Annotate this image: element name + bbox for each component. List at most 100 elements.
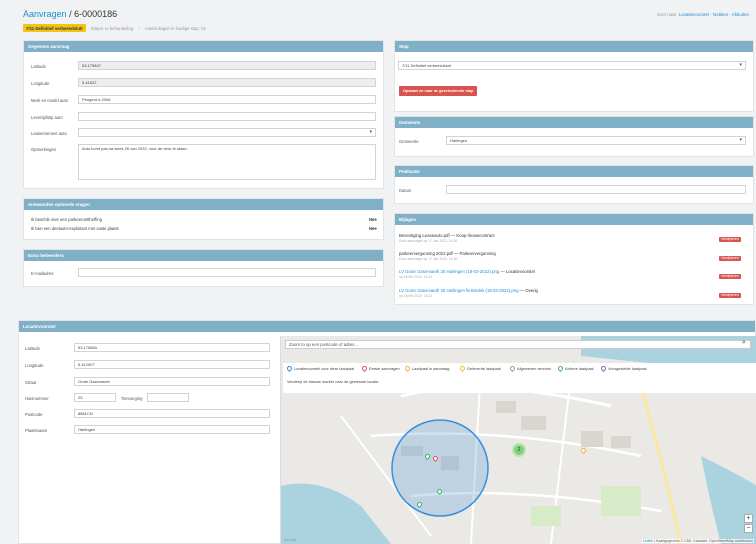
answer-parking-exemption: Nee xyxy=(369,217,377,222)
location-marker[interactable] xyxy=(579,446,588,455)
breadcrumb-current: 6-0000186 xyxy=(74,9,118,19)
location-marker[interactable] xyxy=(431,454,440,463)
location-marker[interactable] xyxy=(435,487,444,496)
delete-attachment-button[interactable]: Verwijderen xyxy=(719,274,741,279)
loc-longitude-label: Longitude xyxy=(25,363,44,368)
quick-nav-notities[interactable]: Notities xyxy=(713,12,728,17)
map-search-input[interactable]: Zoom to op een postcode of adres... xyxy=(285,340,751,349)
step-badge: 7/11 Definitief verbeesdsluit xyxy=(23,24,86,32)
legend-item: Laadpaal in aanvraag xyxy=(403,364,450,373)
loc-latitude-input[interactable]: 53.175683 xyxy=(74,343,270,352)
gemeente-label: Gemeente xyxy=(399,139,419,144)
housenumber-label: Huisnummer xyxy=(25,396,49,401)
status-row: 7/11 Definitief verbeesdsluit Status: in… xyxy=(23,24,206,32)
marker-icon xyxy=(599,364,608,373)
delivery-date-input[interactable] xyxy=(78,112,376,121)
attachment-item: parkeervergunning 2022.pdf — Parkeerverg… xyxy=(399,251,496,256)
breadcrumb-parent-link[interactable]: Aanvragen xyxy=(23,9,67,19)
save-step-button[interactable]: Opslaan en naar de geselecteerde stap xyxy=(399,86,478,96)
question-carsharing: Ik ben een deelauto-exploitant met vaste… xyxy=(31,226,119,231)
location-marker[interactable] xyxy=(423,452,432,461)
panel-title: Extra beheerders xyxy=(24,250,383,261)
legend-label: Locatievoorstel voor deze laadpaal xyxy=(294,366,355,371)
marker-icon xyxy=(508,364,517,373)
postcode-input[interactable]: 8861CN xyxy=(74,409,270,418)
quick-nav-sep: - xyxy=(729,12,731,17)
location-marker[interactable] xyxy=(415,500,424,509)
quick-nav-locatievoorstel[interactable]: Locatievoorstel xyxy=(679,12,709,17)
legend-label: Laadpaal in aanvraag xyxy=(412,366,450,371)
panel-title: Publicatie xyxy=(395,166,753,177)
leaflet-link[interactable]: Leaflet xyxy=(643,539,654,543)
legend-label: Voorgestelde laadpaal xyxy=(608,366,647,371)
car-model-input[interactable]: Peugeot e-2008 xyxy=(78,95,376,104)
attachment-meta: Door aanvrager op 17 Jan 2022, 14:30 xyxy=(399,239,458,243)
addition-label: Toevoeging xyxy=(121,396,143,401)
delete-attachment-button[interactable]: Verwijderen xyxy=(719,237,741,242)
breadcrumb-separator: / xyxy=(69,9,72,19)
panel-title: Gemeente xyxy=(395,117,753,128)
datum-input[interactable] xyxy=(446,185,746,194)
question-parking-exemption: Ik beschik over een parkeeronttheffing xyxy=(31,217,102,222)
datum-label: Datum xyxy=(399,188,412,193)
car-model-label: Merk en model auto xyxy=(31,98,69,103)
attachment-link[interactable]: LV Grote Gasemaeth 25 Harlingen fietsind… xyxy=(399,288,519,293)
status-sep: › xyxy=(138,25,140,31)
marker-icon xyxy=(556,364,565,373)
attachment-item: Bevestiging Leaseauto.pdf — Koop-/leasec… xyxy=(399,233,495,238)
legend-item: Eerste aanvragen xyxy=(360,364,400,373)
zoom-out-button[interactable]: − xyxy=(744,524,753,533)
attachment-type: — Locatievoorstel xyxy=(499,269,535,274)
quick-nav-afsluiten[interactable]: Afsluiten xyxy=(732,12,749,17)
longitude-field: 5.41622 xyxy=(78,78,376,87)
panel-title: Stap xyxy=(395,41,753,52)
step-select[interactable]: 7/11 Definitief verbeesdsluit xyxy=(398,61,746,70)
delete-attachment-button[interactable]: Verwijderen xyxy=(719,256,741,261)
legend-label: Geleverde laadpaal xyxy=(467,366,501,371)
cluster-marker[interactable]: 2 xyxy=(512,443,526,457)
marker-icon xyxy=(403,364,412,373)
stap-panel: Stap xyxy=(394,40,754,112)
legend-label: Actieve laadpaal xyxy=(565,366,594,371)
email-label: E-mailadres xyxy=(31,271,54,276)
marker-icon xyxy=(458,364,467,373)
quick-nav: Snel naar: Locatievoorstel - Notities - … xyxy=(657,12,749,17)
addition-input[interactable] xyxy=(147,393,189,402)
remarks-label: Opmerkingen xyxy=(31,147,57,152)
panel-title: Antwoorden optionele vragen xyxy=(24,199,383,210)
quick-nav-sep: - xyxy=(710,12,712,17)
panel-title: Bijlagen xyxy=(395,214,753,225)
panel-title: Locatievoorstel xyxy=(19,321,755,332)
attachment-name: parkeervergunning 2022.pdf xyxy=(399,251,453,256)
city-input[interactable]: Harlingen xyxy=(74,425,270,434)
breadcrumb: Aanvragen / 6-0000186 xyxy=(23,9,117,19)
attachment-type: — Parkeervergunning xyxy=(452,251,496,256)
delete-attachment-button[interactable]: Verwijderen xyxy=(719,293,741,298)
attachment-meta: op 18 Mrt 2022, 14:12 xyxy=(399,294,433,298)
attachment-meta: op 18 Mrt 2022, 14:12 xyxy=(399,275,433,279)
lease-moment-select[interactable] xyxy=(78,128,376,137)
gemeente-select[interactable]: Harlingen xyxy=(446,136,746,145)
attachment-item: LV Grote Gasemaeth 25 Harlingen (18-03-2… xyxy=(399,269,535,274)
attachment-link[interactable]: LV Grote Gasemaeth 25 Harlingen (18-03-2… xyxy=(399,269,499,274)
remarks-textarea[interactable]: Auto komt pas na week 26 van 2022, voor … xyxy=(78,144,376,180)
loc-latitude-label: Latitude xyxy=(25,346,40,351)
attachment-name: Bevestiging Leaseauto.pdf xyxy=(399,233,450,238)
postcode-label: Postcode xyxy=(25,412,43,417)
panel-title: Gegevens aanvraag xyxy=(24,41,383,52)
search-icon[interactable]: ⌕ xyxy=(742,339,746,347)
email-input[interactable] xyxy=(78,268,376,277)
latitude-label: Latitude xyxy=(31,64,46,69)
attachment-type: — Overig xyxy=(518,288,538,293)
map-attribution: Leaflet | Kaartgegevens © CBS, Kadaster,… xyxy=(641,539,754,543)
street-input[interactable]: Grote Gasemaeth xyxy=(74,377,270,386)
legend-item: Locatievoorstel voor deze laadpaal xyxy=(285,364,355,373)
legend-item: Actieve laadpaal xyxy=(556,364,594,373)
housenumber-input[interactable]: 25 xyxy=(74,393,116,402)
attachment-type: — Koop-/leasecontract xyxy=(449,233,495,238)
quick-nav-prefix: Snel naar: xyxy=(656,12,678,17)
legend-item: Voorgestelde laadpaal xyxy=(599,364,647,373)
loc-longitude-input[interactable]: 5.412507 xyxy=(74,360,270,369)
zoom-in-button[interactable]: + xyxy=(744,514,753,523)
legend-label: Eerste aanvragen xyxy=(369,366,400,371)
